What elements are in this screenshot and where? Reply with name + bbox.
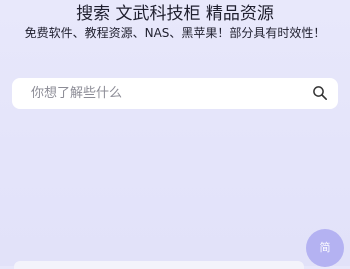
language-toggle-button[interactable]: 简 [306,229,344,267]
page-subtitle: 免费软件、教程资源、NAS、黑苹果！部分具有时效性！ [24,26,326,40]
search-icon[interactable] [312,85,328,101]
search-placeholder: 你想了解些什么 [31,86,123,101]
page-title: 搜索 文武科技柜 精品资源 [76,4,274,24]
content-card-edge [14,261,304,269]
search-input[interactable]: 你想了解些什么 [12,78,338,109]
